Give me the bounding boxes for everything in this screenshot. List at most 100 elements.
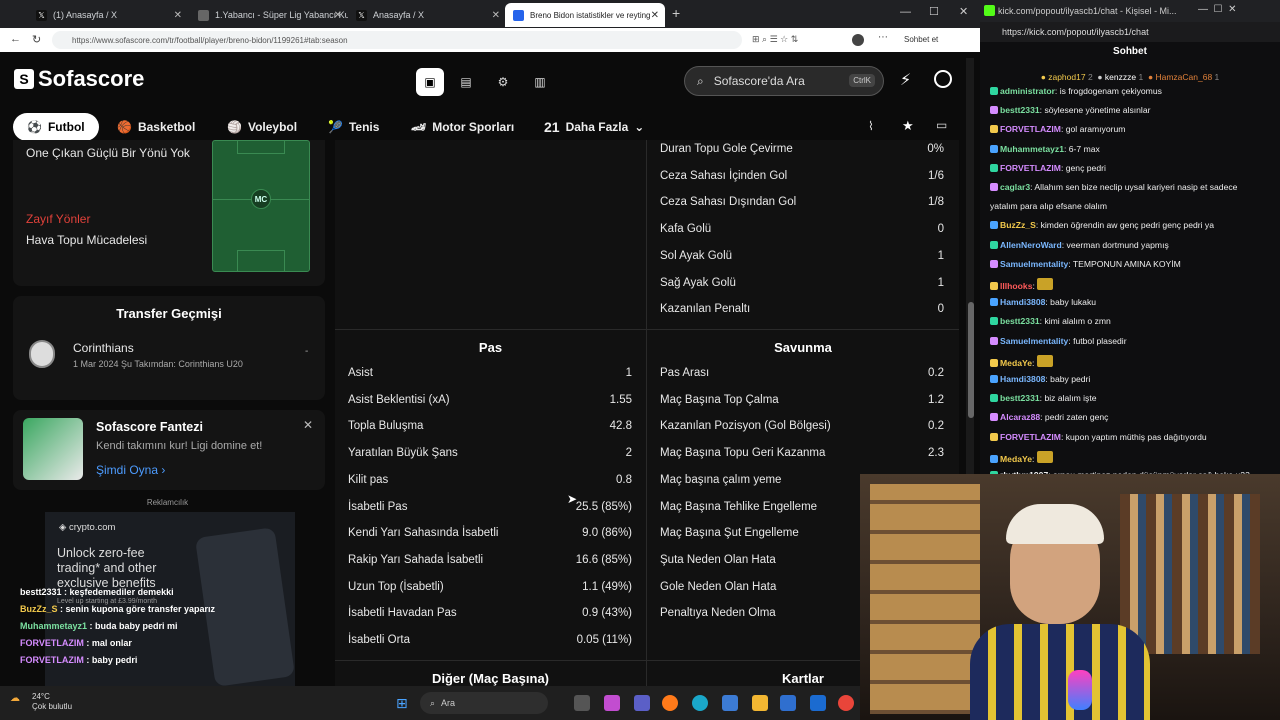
avatar[interactable] bbox=[852, 34, 864, 46]
sofascore-logo[interactable]: S Sofascore bbox=[14, 66, 144, 92]
chrome-icon[interactable] bbox=[838, 695, 854, 711]
tab-more[interactable]: 21 Daha Fazla ⌄ bbox=[530, 113, 658, 141]
stat-row: Sol Ayak Golü 1 bbox=[660, 247, 944, 265]
x-logo-icon: 𝕏 bbox=[36, 9, 47, 21]
chat-username[interactable]: MedaYe bbox=[1000, 454, 1032, 464]
tab-motorsport[interactable]: 🏎 Motor Sporları bbox=[397, 113, 528, 141]
stat-label: Asist bbox=[348, 367, 373, 379]
tab-tennis[interactable]: 🎾 Tenis bbox=[314, 113, 393, 141]
maximize-icon[interactable]: ☐ bbox=[929, 5, 939, 18]
url-field[interactable]: https://www.sofascore.com/tr/football/pl… bbox=[52, 31, 742, 49]
stat-row: Pas Arası 0.2 bbox=[660, 364, 944, 382]
user-badge-icon bbox=[990, 106, 998, 115]
tab-volleyball[interactable]: 🏐 Voleybol bbox=[213, 113, 311, 141]
weather-widget[interactable]: 24°C Çok bulutlu bbox=[32, 692, 72, 712]
teams-icon[interactable] bbox=[634, 695, 650, 711]
transfer-club[interactable]: Corinthians bbox=[73, 341, 134, 355]
file-explorer-icon[interactable] bbox=[752, 695, 768, 711]
chat-username[interactable]: Hamdi3808 bbox=[1000, 297, 1045, 307]
user-icon[interactable] bbox=[934, 70, 952, 88]
stat-value: 0.2 bbox=[928, 367, 944, 379]
browser-tab[interactable]: 𝕏 (1) Anasayfa / X ✕ bbox=[28, 3, 188, 27]
stat-row: Maç Başına Topu Geri Kazanma 2.3 bbox=[660, 444, 944, 462]
tab-basketball[interactable]: 🏀 Basketbol bbox=[103, 113, 209, 141]
stat-label: Penaltıya Neden Olma bbox=[660, 607, 776, 620]
search-input[interactable]: ⌕ Sofascore'da Ara CtrlK bbox=[684, 66, 884, 96]
stat-label: İsabetli Pas bbox=[348, 500, 408, 513]
chat-username[interactable]: bestt2331 bbox=[1000, 316, 1040, 326]
chat-username[interactable]: caglar3 bbox=[1000, 182, 1030, 192]
copilot-button[interactable]: Sohbet et bbox=[904, 35, 938, 44]
app-icon[interactable] bbox=[722, 695, 738, 711]
chat-username[interactable]: bestt2331 bbox=[1000, 393, 1040, 403]
more-icon[interactable]: ⋯ bbox=[878, 32, 888, 43]
chat-username[interactable]: FORVETLAZIM bbox=[1000, 124, 1061, 134]
stat-label: İsabetli Havadan Pas bbox=[348, 607, 457, 620]
user-badge-icon bbox=[990, 394, 998, 403]
close-icon[interactable]: ✕ bbox=[303, 418, 313, 432]
stat-value: 1.55 bbox=[609, 393, 632, 406]
fantasy-cta[interactable]: Şimdi Oyna › bbox=[96, 463, 165, 477]
window-controls[interactable]: — ☐ ✕ bbox=[1198, 4, 1236, 15]
chat-username[interactable]: MedaYe bbox=[1000, 358, 1032, 368]
close-window-icon[interactable]: ✕ bbox=[959, 5, 968, 18]
kick-url-field[interactable]: https://kick.com/popout/ilyascb1/chat bbox=[980, 22, 1280, 42]
fantasy-icon[interactable]: ▥ bbox=[526, 68, 554, 96]
chat-message: caglar3: Allahım sen bize neclip uysal k… bbox=[990, 182, 1275, 193]
chat-username[interactable]: Samuelmentality bbox=[1000, 259, 1068, 269]
scores-icon[interactable]: ▣ bbox=[416, 68, 444, 96]
stats-icon[interactable]: ⚙ bbox=[489, 68, 517, 96]
chat-username[interactable]: administrator bbox=[1000, 86, 1055, 96]
bolt-icon[interactable]: ⚡ bbox=[900, 70, 911, 90]
chat-username[interactable]: Hamdi3808 bbox=[1000, 374, 1045, 384]
extensions-icon[interactable]: ⊞ ⌕ ☰ ☆ ⇅ bbox=[752, 34, 798, 45]
stat-value: 1 bbox=[937, 276, 944, 289]
close-tab-icon[interactable]: ✕ bbox=[651, 10, 659, 21]
scrollbar-thumb[interactable] bbox=[968, 302, 974, 418]
strengths-text: One Çıkan Güçlü Bir Yönü Yok bbox=[26, 146, 190, 160]
browser-tab[interactable]: 1.Yabancı - Süper Lig Yabancı Kur... ✕ bbox=[190, 3, 348, 27]
app-icon[interactable] bbox=[604, 695, 620, 711]
mail-icon[interactable] bbox=[810, 695, 826, 711]
edge-icon[interactable] bbox=[692, 695, 708, 711]
close-tab-icon[interactable]: ✕ bbox=[492, 10, 500, 21]
chat-username[interactable]: lllhooks bbox=[1000, 281, 1032, 291]
browser-tab[interactable]: 𝕏 Anasayfa / X ✕ bbox=[348, 3, 506, 27]
weaknesses-title: Zayıf Yönler bbox=[26, 212, 91, 226]
tab-football[interactable]: ⚽ Futbol bbox=[13, 113, 99, 141]
browser-tab-active[interactable]: Breno Bidon istatistikler ve reyting ✕ bbox=[505, 3, 665, 27]
chat-username[interactable]: Muhammetayz1 bbox=[1000, 144, 1064, 154]
position-pitch: MC bbox=[212, 140, 310, 272]
chat-username[interactable]: BuzZz_S bbox=[1000, 220, 1036, 230]
chat-text: is frogdogenam çekiyomus bbox=[1059, 86, 1162, 96]
firefox-icon[interactable] bbox=[662, 695, 678, 711]
chat-username[interactable]: bestt2331 bbox=[1000, 105, 1040, 115]
store-icon[interactable] bbox=[780, 695, 796, 711]
back-icon[interactable]: ← bbox=[10, 33, 21, 45]
chat-username[interactable]: AllenNeroWard bbox=[1000, 240, 1062, 250]
gift-icon: ● bbox=[1097, 72, 1103, 82]
fantasy-promo-card[interactable]: Sofascore Fantezi Kendi takımını kur! Li… bbox=[13, 410, 325, 490]
chat-username[interactable]: Alcaraz88 bbox=[1000, 412, 1040, 422]
close-tab-icon[interactable]: ✕ bbox=[334, 10, 342, 21]
favorites-icon[interactable]: ★ bbox=[902, 118, 914, 134]
chat-username[interactable]: Samuelmentality bbox=[1000, 336, 1068, 346]
chat-icon[interactable]: ▭ bbox=[936, 118, 947, 132]
trend-icon[interactable]: ⌇ bbox=[868, 119, 874, 133]
chat-username[interactable]: FORVETLAZIM bbox=[1000, 163, 1061, 173]
minimize-icon[interactable]: — bbox=[900, 6, 911, 18]
stat-label: Maç Başına Top Çalma bbox=[660, 393, 779, 406]
close-tab-icon[interactable]: ✕ bbox=[174, 10, 182, 21]
stat-label: Maç başına çalım yeme bbox=[660, 473, 782, 486]
chat-username[interactable]: FORVETLAZIM bbox=[1000, 432, 1061, 442]
user-badge-icon bbox=[990, 221, 998, 230]
fantasy-image bbox=[23, 418, 83, 480]
news-icon[interactable]: ▤ bbox=[452, 68, 480, 96]
chat-message: FORVETLAZIM: genç pedri bbox=[990, 163, 1275, 174]
windows-start-icon[interactable]: ⊞ bbox=[396, 695, 408, 712]
taskbar-search[interactable]: ⌕ Ara bbox=[420, 692, 548, 714]
reload-icon[interactable]: ↻ bbox=[32, 33, 41, 46]
task-view-icon[interactable] bbox=[574, 695, 590, 711]
stat-row: Kilit pas 0.8 bbox=[348, 471, 632, 489]
new-tab-icon[interactable]: + bbox=[672, 5, 680, 21]
